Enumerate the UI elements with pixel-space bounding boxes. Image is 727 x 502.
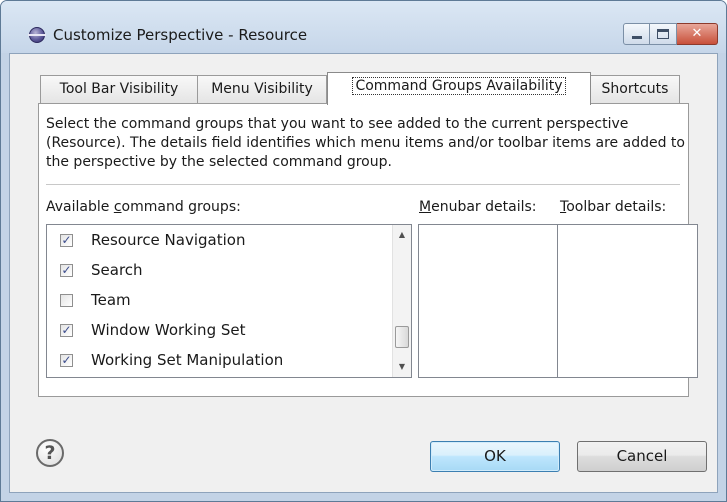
- scroll-up-icon[interactable]: ▲: [393, 227, 411, 243]
- panel-description: Select the command groups that you want …: [46, 116, 685, 170]
- maximize-icon: [657, 29, 669, 39]
- list-item-label: Resource Navigation: [91, 231, 246, 249]
- command-groups-list[interactable]: ✓ Resource Navigation ✓ Search Team ✓ Wi…: [46, 224, 412, 378]
- menubar-details-label: Menubar details:: [419, 199, 537, 215]
- list-item-team[interactable]: Team: [47, 286, 387, 316]
- list-item-working-set-manipulation[interactable]: ✓ Working Set Manipulation: [47, 346, 387, 376]
- toolbar-details-box: [557, 224, 698, 378]
- tab-label: Menu Visibility: [211, 81, 313, 97]
- list-item-window-working-set[interactable]: ✓ Window Working Set: [47, 316, 387, 346]
- dialog-body: Tool Bar Visibility Menu Visibility Comm…: [9, 53, 718, 493]
- customize-perspective-dialog: Customize Perspective - Resource ✕ Tool …: [0, 0, 727, 502]
- title-bar[interactable]: Customize Perspective - Resource ✕: [1, 1, 726, 53]
- checkbox-working-set-manipulation[interactable]: ✓: [60, 354, 73, 367]
- checkbox-resource-navigation[interactable]: ✓: [60, 234, 73, 247]
- checkbox-team[interactable]: [60, 294, 73, 307]
- toolbar-details-label: Toolbar details:: [560, 199, 667, 215]
- close-icon: ✕: [691, 26, 703, 41]
- tab-label: Tool Bar Visibility: [59, 81, 179, 97]
- list-item-label: Working Set Manipulation: [91, 351, 284, 369]
- ok-button[interactable]: OK: [430, 441, 560, 472]
- scroll-down-icon[interactable]: ▼: [393, 359, 411, 375]
- tab-tool-bar-visibility[interactable]: Tool Bar Visibility: [40, 75, 198, 104]
- menubar-details-box: [418, 224, 558, 378]
- scrollbar-thumb[interactable]: [395, 326, 409, 348]
- eclipse-icon: [28, 27, 46, 43]
- close-button[interactable]: ✕: [677, 23, 718, 45]
- maximize-button[interactable]: [650, 23, 677, 45]
- separator: [46, 184, 680, 185]
- tab-menu-visibility[interactable]: Menu Visibility: [197, 75, 327, 104]
- checkbox-window-working-set[interactable]: ✓: [60, 324, 73, 337]
- list-item-search[interactable]: ✓ Search: [47, 256, 387, 286]
- help-icon[interactable]: ?: [36, 439, 64, 467]
- minimize-icon: [632, 36, 642, 39]
- minimize-button[interactable]: [623, 23, 650, 45]
- checkbox-search[interactable]: ✓: [60, 264, 73, 277]
- list-item-label: Team: [91, 291, 131, 309]
- cancel-button[interactable]: Cancel: [577, 441, 707, 472]
- vertical-scrollbar[interactable]: ▲ ▼: [392, 225, 411, 377]
- available-command-groups-label: Available command groups:: [46, 199, 241, 215]
- tab-label: Shortcuts: [601, 81, 669, 97]
- list-item-resource-navigation[interactable]: ✓ Resource Navigation: [47, 226, 387, 256]
- caption-buttons: ✕: [623, 23, 718, 45]
- command-groups-panel: Select the command groups that you want …: [38, 103, 698, 397]
- tab-command-groups-availability[interactable]: Command Groups Availability: [327, 72, 591, 105]
- list-item-label: Window Working Set: [91, 321, 246, 339]
- tab-shortcuts[interactable]: Shortcuts: [590, 75, 680, 104]
- tab-label: Command Groups Availability: [352, 77, 566, 95]
- list-item-label: Search: [91, 261, 143, 279]
- window-title: Customize Perspective - Resource: [53, 26, 308, 44]
